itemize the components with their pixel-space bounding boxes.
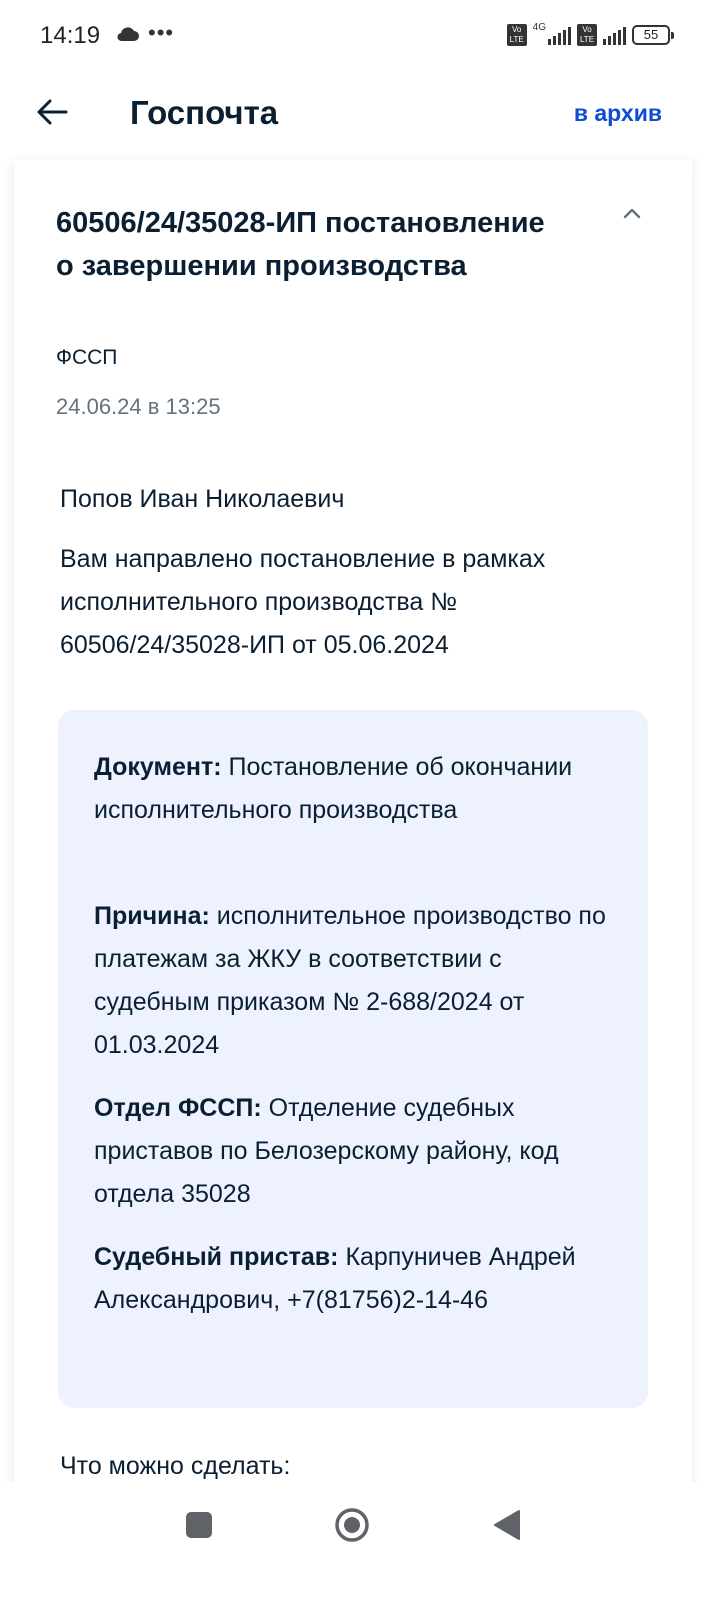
- battery-icon: 55: [632, 25, 674, 45]
- status-time: 14:19: [40, 22, 101, 49]
- status-bar: 14:19 ••• Vo LTE 4G Vo LTE 55: [0, 0, 720, 72]
- status-indicators: Vo LTE 4G Vo LTE 55: [506, 21, 674, 46]
- detail-department: Отдел ФССП: Отделение судебных приставов…: [94, 1087, 616, 1216]
- recipient-name: Попов Иван Николаевич: [60, 485, 345, 513]
- message-title: 60506/24/35028-ИП постановление о заверш…: [56, 207, 545, 282]
- detail-label: Судебный пристав:: [94, 1243, 339, 1271]
- home-icon[interactable]: [334, 1507, 370, 1543]
- volte-icon: Vo LTE: [577, 24, 597, 46]
- battery-level: 55: [643, 27, 659, 42]
- detail-label: Причина:: [94, 902, 210, 930]
- signal-icon: [603, 25, 626, 45]
- archive-button[interactable]: в архив: [574, 100, 662, 127]
- app-header: Госпочта в архив: [0, 72, 720, 160]
- volte-icon: Vo LTE: [506, 24, 527, 46]
- cloud-icon: [117, 27, 139, 42]
- message-card: 60506/24/35028-ИП постановление о заверш…: [14, 160, 692, 1500]
- recent-apps-icon[interactable]: [186, 1512, 212, 1538]
- message-sender: ФССП: [56, 346, 118, 369]
- message-date: 24.06.24 в 13:25: [56, 394, 221, 419]
- system-nav-bar: [0, 1482, 720, 1600]
- detail-bailiff: Судебный пристав: Карпуничев Андрей Алек…: [94, 1236, 616, 1322]
- message-intro: Вам направлено постановление в рамках ис…: [60, 545, 546, 659]
- chevron-up-icon[interactable]: [620, 202, 644, 226]
- actions-heading: Что можно сделать:: [60, 1452, 291, 1480]
- detail-reason: Причина: исполнительное производство по …: [94, 895, 616, 1067]
- details-box: Документ: Постановление об окончании исп…: [58, 710, 648, 1408]
- more-dots-icon: •••: [148, 20, 175, 45]
- detail-document: Документ: Постановление об окончании исп…: [94, 746, 616, 832]
- signal-icon: [548, 25, 571, 45]
- back-icon[interactable]: [492, 1508, 522, 1542]
- network-type: 4G: [532, 21, 546, 33]
- detail-label: Отдел ФССП:: [94, 1094, 262, 1122]
- page-title: Госпочта: [130, 94, 279, 131]
- back-arrow-icon[interactable]: [34, 94, 70, 130]
- detail-label: Документ:: [94, 753, 222, 781]
